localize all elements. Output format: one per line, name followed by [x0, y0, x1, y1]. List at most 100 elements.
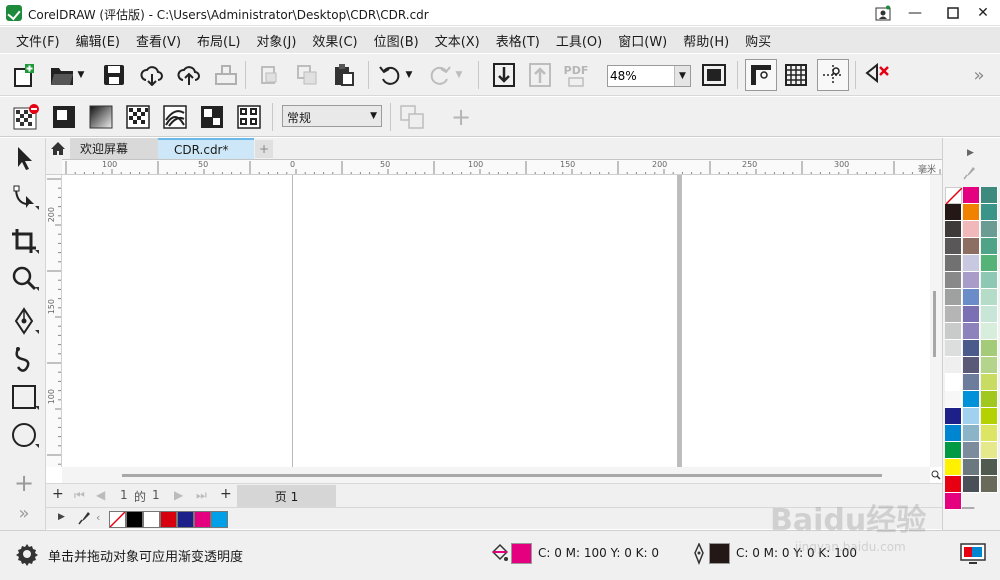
menu-edit[interactable]: 编辑(E) [68, 31, 128, 50]
texture-transparency-icon[interactable] [235, 103, 263, 131]
bitmap-pattern-transparency-icon[interactable] [161, 103, 189, 131]
page-tab[interactable]: 页 1 [237, 485, 336, 507]
cloud-upload-icon[interactable] [175, 61, 203, 89]
add-tool-icon[interactable]: + [9, 468, 39, 498]
palette-color-swatch[interactable] [963, 204, 980, 221]
first-page-button[interactable]: ⏮ [74, 488, 85, 503]
document-palette-swatch[interactable] [177, 511, 194, 528]
menu-bitmaps[interactable]: 位图(B) [366, 31, 427, 50]
vector-pattern-transparency-icon[interactable] [124, 103, 152, 131]
zoom-dropdown-icon[interactable]: ▼ [674, 66, 690, 86]
palette-color-swatch[interactable] [963, 272, 980, 289]
palette-color-swatch[interactable] [981, 221, 998, 238]
palette-color-swatch[interactable] [945, 323, 962, 340]
palette-color-swatch[interactable] [963, 306, 980, 323]
palette-color-swatch[interactable] [945, 340, 962, 357]
save-icon[interactable] [100, 61, 128, 89]
new-tab-button[interactable]: + [255, 140, 273, 158]
outline-color-swatch[interactable] [709, 543, 730, 564]
menu-table[interactable]: 表格(T) [488, 31, 548, 50]
palette-color-swatch[interactable] [945, 408, 962, 425]
palette-color-swatch[interactable] [981, 340, 998, 357]
paste-icon[interactable] [330, 61, 358, 89]
ruler-origin-corner[interactable] [46, 159, 62, 175]
toolbar-overflow-icon[interactable]: » [965, 61, 993, 89]
palette-no-color-swatch[interactable] [945, 187, 962, 204]
no-transparency-icon[interactable] [12, 103, 40, 131]
palette-color-swatch[interactable] [963, 374, 980, 391]
fill-color-swatch[interactable] [511, 543, 532, 564]
palette-color-swatch[interactable] [963, 357, 980, 374]
publish-pdf-icon[interactable]: PDF [562, 61, 590, 89]
toolbox-overflow-icon[interactable]: » [9, 498, 39, 528]
palette-color-swatch[interactable] [963, 391, 980, 408]
fountain-transparency-icon[interactable] [87, 103, 115, 131]
palette-color-swatch[interactable] [981, 374, 998, 391]
prev-page-button[interactable]: ◀ [96, 488, 105, 502]
palette-menu-icon[interactable]: ▶ [58, 512, 65, 522]
palette-color-swatch[interactable] [963, 408, 980, 425]
palette-color-swatch[interactable] [981, 476, 998, 493]
menu-tools[interactable]: 工具(O) [548, 31, 610, 50]
redo-icon[interactable] [426, 61, 454, 89]
palette-color-swatch[interactable] [963, 442, 980, 459]
palette-color-swatch[interactable] [945, 476, 962, 493]
menu-help[interactable]: 帮助(H) [675, 31, 737, 50]
palette-color-swatch[interactable] [981, 391, 998, 408]
palette-more-icon[interactable]: — [961, 500, 975, 516]
palette-color-swatch[interactable] [945, 306, 962, 323]
palette-color-swatch[interactable] [945, 272, 962, 289]
palette-color-swatch[interactable] [981, 408, 998, 425]
palette-color-swatch[interactable] [945, 238, 962, 255]
palette-color-swatch[interactable] [963, 238, 980, 255]
import-arrow-icon[interactable] [490, 61, 518, 89]
palette-color-swatch[interactable] [945, 493, 962, 510]
palette-color-swatch[interactable] [963, 323, 980, 340]
close-window-button[interactable]: ✕ [970, 2, 996, 24]
snap-off-icon[interactable] [863, 61, 891, 89]
open-folder-icon[interactable] [48, 61, 76, 89]
show-rulers-icon[interactable] [745, 59, 777, 91]
merge-mode-select[interactable]: 常规 ▼ [282, 105, 382, 127]
rectangle-tool-icon[interactable] [9, 382, 39, 412]
full-screen-preview-icon[interactable] [700, 61, 728, 89]
import-icon[interactable] [255, 61, 283, 89]
vertical-scrollbar[interactable] [930, 175, 942, 467]
artistic-media-tool-icon[interactable] [9, 344, 39, 374]
horizontal-ruler[interactable]: 100 50 0 50 100 150 200 250 300 毫米 [62, 159, 942, 175]
palette-color-swatch[interactable] [945, 255, 962, 272]
document-palette-swatch[interactable] [211, 511, 228, 528]
eyedropper-icon[interactable] [78, 511, 90, 528]
palette-color-swatch[interactable] [981, 204, 998, 221]
palette-color-swatch[interactable] [945, 357, 962, 374]
cloud-download-icon[interactable] [138, 61, 166, 89]
document-palette-swatch[interactable] [126, 511, 143, 528]
palette-color-swatch[interactable] [963, 187, 980, 204]
export-arrow-icon[interactable] [526, 61, 554, 89]
redo-dropdown-icon[interactable]: ▼ [452, 61, 466, 89]
next-page-button[interactable]: ▶ [174, 488, 183, 502]
minimize-button[interactable]: — [902, 2, 928, 24]
palette-expand-icon[interactable]: ▶ [967, 148, 974, 158]
show-grid-icon[interactable] [782, 61, 810, 89]
freehand-tool-icon[interactable] [9, 306, 39, 336]
palette-color-swatch[interactable] [945, 204, 962, 221]
undo-icon[interactable] [376, 61, 404, 89]
zoom-level-combo[interactable]: ▼ [607, 65, 691, 87]
navigator-icon[interactable] [930, 467, 942, 483]
vertical-ruler[interactable]: 200 150 100 [46, 175, 62, 467]
zoom-level-input[interactable] [610, 68, 672, 84]
menu-window[interactable]: 窗口(W) [610, 31, 675, 50]
palette-color-swatch[interactable] [945, 425, 962, 442]
settings-gear-icon[interactable] [14, 541, 40, 570]
palette-color-swatch[interactable] [945, 459, 962, 476]
palette-color-swatch[interactable] [963, 255, 980, 272]
palette-color-swatch[interactable] [945, 374, 962, 391]
last-page-button[interactable]: ⏭ [196, 488, 207, 503]
color-proofing-icon[interactable] [960, 543, 986, 568]
palette-color-swatch[interactable] [981, 187, 998, 204]
new-document-icon[interactable] [10, 61, 38, 89]
export-icon[interactable] [293, 61, 321, 89]
uniform-transparency-icon[interactable] [50, 103, 78, 131]
tab-document[interactable]: CDR.cdr* [158, 138, 254, 159]
